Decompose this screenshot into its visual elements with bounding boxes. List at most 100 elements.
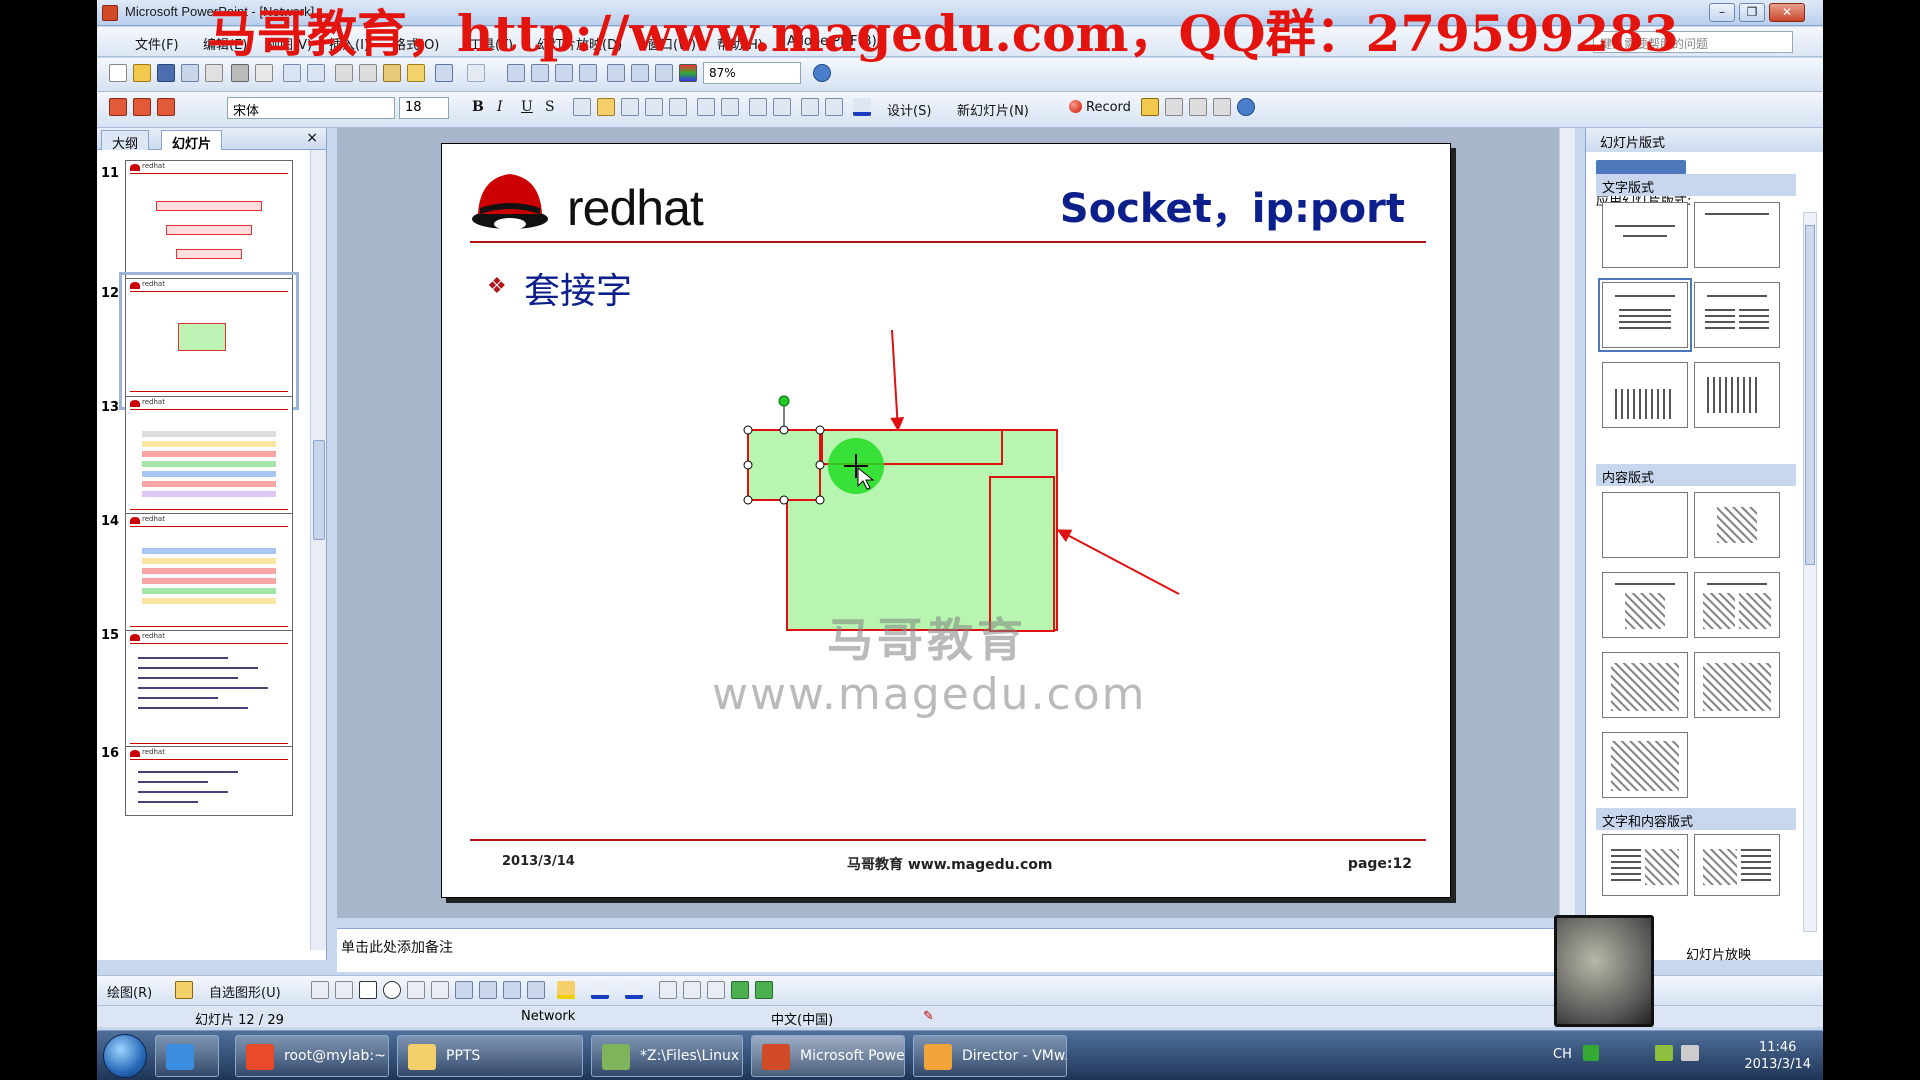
redo-icon[interactable] xyxy=(467,64,485,82)
justify-icon[interactable] xyxy=(645,98,663,116)
footer-text[interactable]: 马哥教育 www.magedu.com xyxy=(847,854,1052,874)
expand-all-icon[interactable] xyxy=(607,64,625,82)
tab-outline[interactable]: 大纲 xyxy=(101,130,150,152)
textbox-icon[interactable] xyxy=(407,981,425,999)
slide-thumbnail-13[interactable]: redhat xyxy=(125,396,293,522)
email-icon[interactable] xyxy=(205,64,223,82)
screen-icon[interactable] xyxy=(1189,98,1207,116)
research-icon[interactable] xyxy=(307,64,325,82)
oval-icon[interactable] xyxy=(383,981,401,999)
copy-icon[interactable] xyxy=(359,64,377,82)
bold-button[interactable]: B xyxy=(472,99,484,115)
slide-thumbnail-12[interactable]: redhat xyxy=(119,272,299,410)
close-pane-icon[interactable]: × xyxy=(306,130,318,146)
taskbar-editor[interactable]: *Z:\Files\Linux A... xyxy=(591,1035,743,1077)
decrease-font-icon[interactable] xyxy=(773,98,791,116)
layout-two-column[interactable] xyxy=(1694,282,1780,348)
dash-style-icon[interactable] xyxy=(683,981,701,999)
shadow-style-icon[interactable] xyxy=(731,981,749,999)
align-right-icon[interactable] xyxy=(621,98,639,116)
tray-app-icon[interactable] xyxy=(1655,1045,1673,1061)
scroll-thumb[interactable] xyxy=(1805,225,1815,565)
layout-content[interactable] xyxy=(1694,492,1780,558)
notes-placeholder[interactable]: 单击此处添加备注 xyxy=(341,937,453,957)
vertical-textbox-icon[interactable] xyxy=(431,981,449,999)
ip-arrow[interactable] xyxy=(890,329,905,432)
restore-button[interactable]: ❐ xyxy=(1739,3,1765,22)
insert-chart-icon[interactable] xyxy=(507,64,525,82)
permission-icon[interactable] xyxy=(181,64,199,82)
slideshow-link[interactable]: 幻灯片放映 xyxy=(1686,944,1751,963)
slide-canvas[interactable]: redhat Socket，ip:port ❖ 套接字 马哥教育 www.mag… xyxy=(441,143,1451,898)
layout-content-quad[interactable] xyxy=(1602,732,1688,798)
show-formatting-icon[interactable] xyxy=(631,64,649,82)
wordart-icon[interactable] xyxy=(455,981,473,999)
layout-content-grid[interactable] xyxy=(1694,652,1780,718)
arrow-style-icon[interactable] xyxy=(707,981,725,999)
picture-icon[interactable] xyxy=(527,981,545,999)
network-icon[interactable] xyxy=(1681,1045,1699,1061)
rotate-handle[interactable] xyxy=(778,395,790,407)
numbering-icon[interactable] xyxy=(697,98,715,116)
spelling-status-icon[interactable]: ✎ xyxy=(923,1009,934,1024)
align-center-icon[interactable] xyxy=(597,98,615,116)
decrease-indent-icon[interactable] xyxy=(801,98,819,116)
font-color-draw-icon[interactable] xyxy=(625,981,643,999)
taskbar-terminal[interactable]: root@mylab:~ -... xyxy=(235,1035,389,1077)
minimize-button[interactable]: – xyxy=(1709,3,1735,22)
layout-vertical-title[interactable] xyxy=(1694,362,1780,428)
layout-vertical-text[interactable] xyxy=(1602,362,1688,428)
scroll-thumb[interactable] xyxy=(313,440,325,540)
font-size-select[interactable]: 18 xyxy=(399,97,449,119)
layout-two-content[interactable] xyxy=(1694,572,1780,638)
underline-button[interactable]: U xyxy=(521,99,533,115)
start-button[interactable] xyxy=(103,1034,147,1078)
tables-borders-icon[interactable] xyxy=(555,64,573,82)
color-grayscale-icon[interactable] xyxy=(679,64,697,82)
font-color-icon[interactable] xyxy=(853,98,871,116)
pdf-email-icon[interactable] xyxy=(133,98,151,116)
layout-four-content[interactable] xyxy=(1602,652,1688,718)
menu-file[interactable]: 文件(F) xyxy=(135,34,179,53)
tab-slides[interactable]: 幻灯片 xyxy=(161,130,223,152)
taskbar-clock[interactable]: 11:46 2013/3/14 xyxy=(1744,1039,1811,1073)
settings-icon[interactable] xyxy=(1213,98,1231,116)
footer-page[interactable]: page:12 xyxy=(1348,856,1412,872)
increase-font-icon[interactable] xyxy=(749,98,767,116)
rectangle-icon[interactable] xyxy=(359,981,377,999)
open-icon[interactable] xyxy=(133,64,151,82)
layout-title-only[interactable] xyxy=(1602,202,1688,268)
line-icon[interactable] xyxy=(311,981,329,999)
slide-scrollbar[interactable] xyxy=(1559,128,1575,918)
pdf-icon[interactable] xyxy=(109,98,127,116)
autoshapes-menu[interactable]: 自选图形(U) xyxy=(209,982,281,1001)
layout-content-text[interactable] xyxy=(1694,834,1780,896)
draw-menu[interactable]: 绘图(R) xyxy=(107,982,152,1001)
slides-pane-scrollbar[interactable] xyxy=(310,150,326,950)
powerpoint-app-icon[interactable] xyxy=(102,5,118,21)
spelling-icon[interactable] xyxy=(283,64,301,82)
close-button[interactable]: ✕ xyxy=(1769,3,1805,22)
save-icon[interactable] xyxy=(157,64,175,82)
clipart-icon[interactable] xyxy=(503,981,521,999)
arrow-icon[interactable] xyxy=(335,981,353,999)
layout-text-content[interactable] xyxy=(1602,834,1688,896)
italic-button[interactable]: I xyxy=(497,99,503,115)
socket-box-selected[interactable] xyxy=(747,429,821,501)
camera-icon[interactable] xyxy=(1165,98,1183,116)
layout-blank-title[interactable] xyxy=(1694,202,1780,268)
distributed-icon[interactable] xyxy=(669,98,687,116)
new-slide-button[interactable]: 新幻灯片(N) xyxy=(957,100,1029,119)
recorder-help-icon[interactable] xyxy=(1237,98,1255,116)
shadow-button[interactable]: S xyxy=(545,99,555,115)
bullets-icon[interactable] xyxy=(721,98,739,116)
task-pane-title[interactable]: 幻灯片版式 xyxy=(1600,136,1665,151)
layout-title-content[interactable] xyxy=(1602,572,1688,638)
print-icon[interactable] xyxy=(231,64,249,82)
align-left-icon[interactable] xyxy=(573,98,591,116)
pen-icon[interactable] xyxy=(1141,98,1159,116)
pdf-review-icon[interactable] xyxy=(157,98,175,116)
undo-icon[interactable] xyxy=(435,64,453,82)
hyperlink-icon[interactable] xyxy=(579,64,597,82)
select-objects-icon[interactable] xyxy=(175,981,193,999)
